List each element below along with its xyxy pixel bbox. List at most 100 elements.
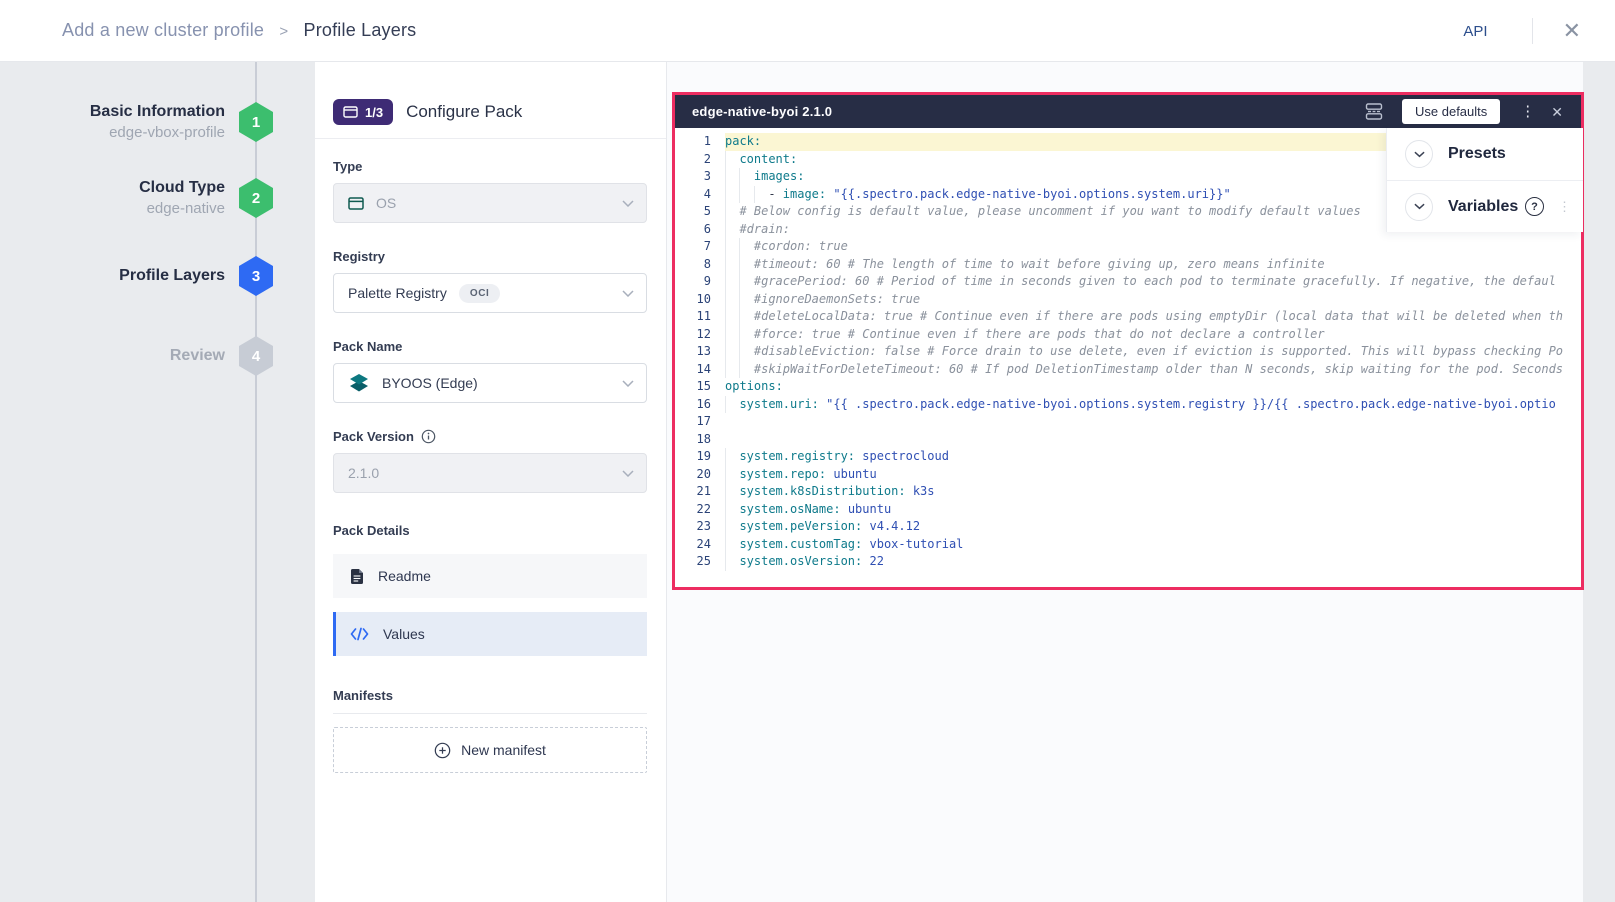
presets-label: Presets	[1448, 145, 1571, 163]
line-number: 23	[675, 518, 725, 536]
type-label: Type	[333, 159, 647, 174]
values-label: Values	[383, 626, 425, 642]
step-labels: Review	[0, 345, 225, 367]
configure-pack-title: Configure Pack	[406, 102, 522, 122]
breadcrumb-previous[interactable]: Add a new cluster profile	[62, 20, 264, 40]
line-number: 22	[675, 501, 725, 519]
manifests-divider	[333, 713, 647, 714]
line-number: 7	[675, 238, 725, 256]
panel-divider	[315, 138, 666, 139]
code-line: 8#timeout: 60 # The length of time to wa…	[675, 256, 1581, 274]
api-button[interactable]: API	[1463, 23, 1487, 40]
line-number: 13	[675, 343, 725, 361]
pack-version-value: 2.1.0	[348, 465, 379, 481]
line-number: 25	[675, 553, 725, 571]
wizard-stepper: Basic Informationedge-vbox-profile1 Cloud…	[0, 62, 315, 902]
stepper-item-profile-layers[interactable]: Profile Layers3	[0, 252, 315, 300]
readme-tab[interactable]: Readme	[333, 554, 647, 598]
os-icon	[348, 197, 364, 210]
registry-select[interactable]: Palette Registry OCI	[333, 273, 647, 313]
code-line: 7#cordon: true	[675, 238, 1581, 256]
line-number: 10	[675, 291, 725, 309]
line-number: 24	[675, 536, 725, 554]
pack-name-select[interactable]: BYOOS (Edge)	[333, 363, 647, 403]
step-title: Cloud Type	[0, 177, 225, 199]
line-number: 16	[675, 396, 725, 414]
use-defaults-button[interactable]: Use defaults	[1402, 99, 1500, 124]
kebab-menu-icon[interactable]: ⋮	[1558, 200, 1571, 213]
stepper-item-cloud-type[interactable]: Cloud Typeedge-native2	[0, 174, 315, 222]
step-labels: Profile Layers	[0, 265, 225, 287]
kebab-menu-icon[interactable]: ⋮	[1520, 104, 1535, 119]
step-labels: Basic Informationedge-vbox-profile	[0, 101, 225, 142]
close-icon[interactable]: ✕	[1563, 20, 1581, 42]
stepper-item-basic-information[interactable]: Basic Informationedge-vbox-profile1	[0, 98, 315, 146]
step-progress-text: 1/3	[365, 105, 383, 120]
chevron-down-icon[interactable]	[1405, 193, 1433, 221]
line-number: 1	[675, 133, 725, 151]
pack-version-select[interactable]: 2.1.0	[333, 453, 647, 493]
line-number: 5	[675, 203, 725, 221]
editor-pack-title: edge-native-byoi 2.1.0	[692, 104, 1346, 119]
line-number: 17	[675, 413, 725, 431]
breadcrumb-current: Profile Layers	[303, 20, 416, 40]
code-line: 17	[675, 413, 1581, 431]
line-number: 20	[675, 466, 725, 484]
editor-close-icon[interactable]: ✕	[1551, 105, 1563, 119]
page-background	[1583, 62, 1615, 902]
code-line: 24system.customTag: vbox-tutorial	[675, 536, 1581, 554]
stepper-item-review[interactable]: Review 4	[0, 332, 315, 380]
line-number: 2	[675, 151, 725, 169]
variables-section-toggle[interactable]: Variables ? ⋮	[1387, 180, 1583, 232]
help-icon[interactable]: ?	[1525, 197, 1544, 216]
compare-editor-icon[interactable]	[1364, 103, 1384, 120]
code-line: 21system.k8sDistribution: k3s	[675, 483, 1581, 501]
registry-value: Palette Registry	[348, 285, 447, 301]
step-title: Profile Layers	[0, 265, 225, 287]
step-number-badge: 4	[239, 336, 273, 376]
type-select[interactable]: OS	[333, 183, 647, 223]
header-divider	[1532, 18, 1533, 44]
code-line: 19system.registry: spectrocloud	[675, 448, 1581, 466]
code-icon	[350, 627, 369, 641]
line-number: 19	[675, 448, 725, 466]
breadcrumb-separator-icon: >	[279, 23, 288, 40]
line-number: 3	[675, 168, 725, 186]
readme-file-icon	[350, 568, 364, 585]
pack-name-label: Pack Name	[333, 339, 647, 354]
configure-pack-panel: 1/3 Configure Pack Type OS Registry Pale…	[315, 62, 667, 902]
chevron-down-icon	[622, 470, 634, 477]
line-number: 14	[675, 361, 725, 379]
chevron-down-icon[interactable]	[1405, 140, 1433, 168]
code-line: 12#force: true # Continue even if there …	[675, 326, 1581, 344]
step-labels: Cloud Typeedge-native	[0, 177, 225, 218]
chevron-down-icon	[622, 290, 634, 297]
new-manifest-button[interactable]: New manifest	[333, 727, 647, 773]
pack-details-label: Pack Details	[333, 523, 647, 538]
step-progress-badge: 1/3	[333, 99, 393, 125]
breadcrumb: Add a new cluster profile > Profile Laye…	[62, 20, 416, 41]
layers-icon	[343, 106, 358, 118]
code-line: 10#ignoreDaemonSets: true	[675, 291, 1581, 309]
code-line: 20system.repo: ubuntu	[675, 466, 1581, 484]
line-number: 15	[675, 378, 725, 396]
pack-version-label: Pack Version	[333, 429, 647, 444]
variables-label: Variables	[1448, 198, 1525, 216]
line-number: 18	[675, 431, 725, 449]
presets-section-toggle[interactable]: Presets	[1387, 128, 1583, 180]
plus-circle-icon	[434, 742, 451, 759]
byoos-pack-icon	[348, 372, 370, 394]
info-icon[interactable]	[421, 429, 436, 444]
top-header: Add a new cluster profile > Profile Laye…	[0, 0, 1615, 62]
readme-label: Readme	[378, 568, 431, 584]
code-line: 22system.osName: ubuntu	[675, 501, 1581, 519]
code-line: 25system.osVersion: 22	[675, 553, 1581, 571]
code-line: 9#gracePeriod: 60 # Period of time in se…	[675, 273, 1581, 291]
manifests-label: Manifests	[333, 688, 647, 703]
values-tab[interactable]: Values	[333, 612, 647, 656]
step-subtitle: edge-native	[0, 199, 225, 219]
code-line: 11#deleteLocalData: true # Continue even…	[675, 308, 1581, 326]
step-title: Review	[0, 345, 225, 367]
page: Add a new cluster profile > Profile Laye…	[0, 0, 1615, 902]
oci-badge: OCI	[459, 284, 501, 303]
